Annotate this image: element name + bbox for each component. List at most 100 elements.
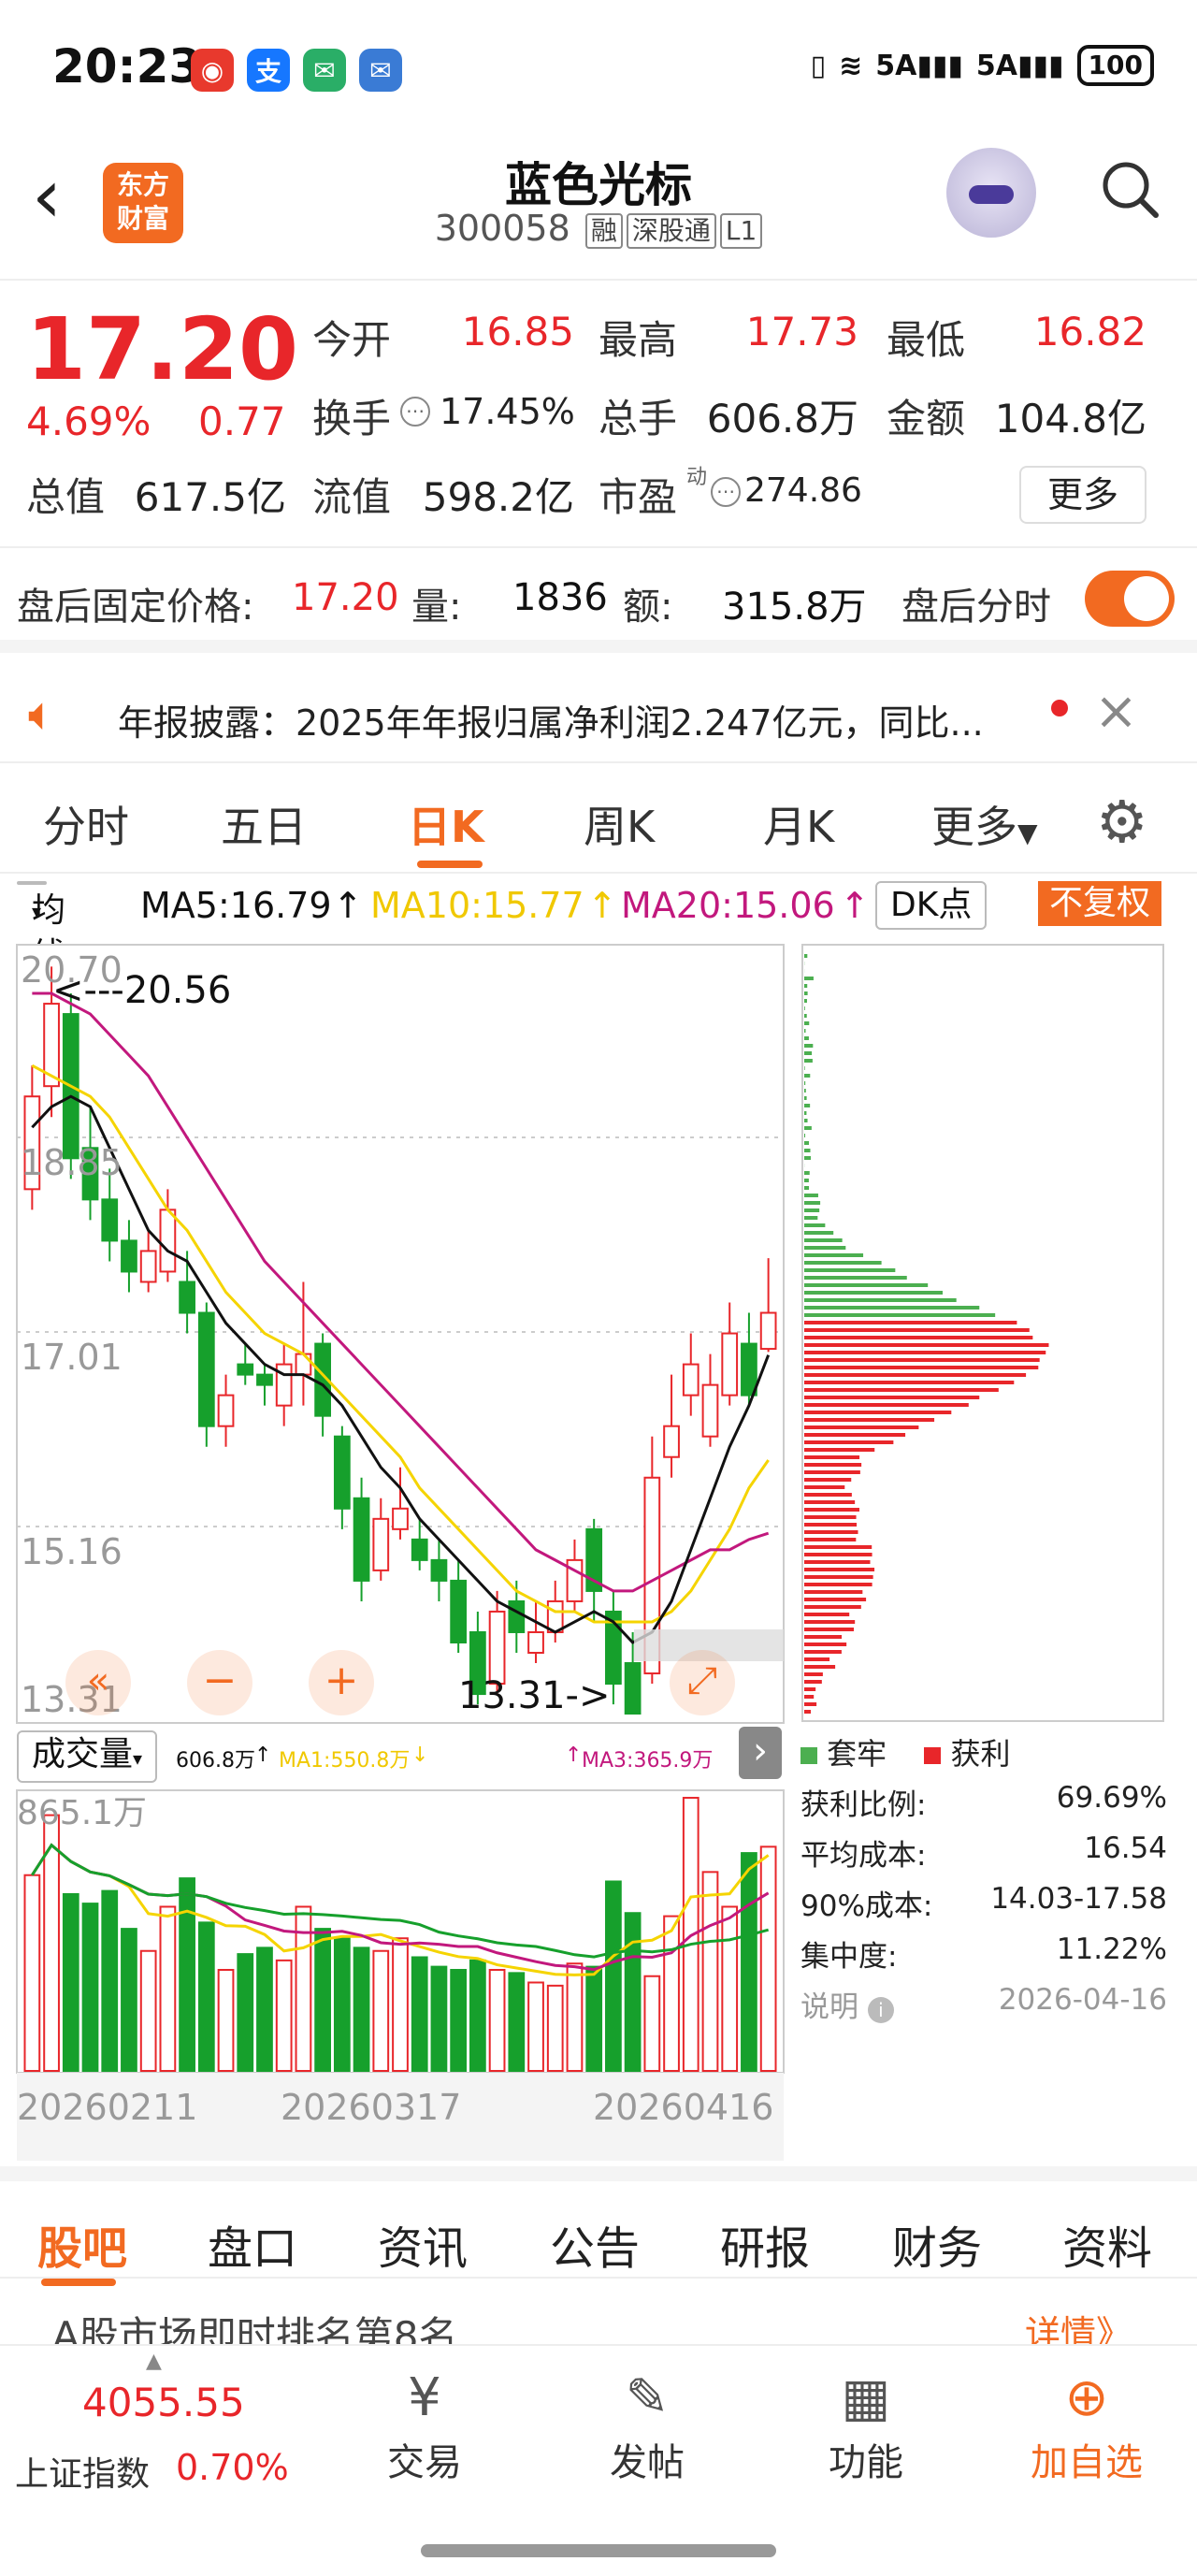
candle xyxy=(141,1251,156,1281)
tab-forum[interactable]: 股吧 xyxy=(37,2211,127,2277)
after-hours-price: 17.20 xyxy=(292,576,399,619)
chip-bar xyxy=(804,1635,842,1639)
candle xyxy=(722,1334,737,1396)
chip-bar xyxy=(804,1687,815,1691)
ma5-label: MA5:16.79 xyxy=(140,885,332,926)
tab-news[interactable]: 资讯 xyxy=(378,2211,468,2277)
zoom-out-icon[interactable]: − xyxy=(187,1650,252,1715)
volume-bar xyxy=(180,1878,195,2071)
close-icon[interactable]: × xyxy=(1094,681,1138,742)
chip-bar xyxy=(804,1440,893,1444)
tab-weekly-k[interactable]: 周K xyxy=(584,793,655,855)
tab-daily-k[interactable]: 日K xyxy=(408,793,484,855)
legend-profit-label: 获利 xyxy=(951,1736,1011,1772)
chip-bar xyxy=(804,1336,1032,1339)
stat-label: 集中度: xyxy=(800,1940,897,1974)
volume-bar xyxy=(722,1906,737,2071)
volume-bar xyxy=(703,1872,718,2071)
stat-row-note[interactable]: 说明 i 2026-04-16 xyxy=(800,1983,1167,2025)
volume-indicator-select[interactable]: 成交量▾ xyxy=(17,1730,157,1783)
rank-row[interactable]: A股市场即时排名第8名 详情》 xyxy=(0,2294,1197,2344)
tag-margin: 融 xyxy=(585,213,623,249)
more-quote-button[interactable]: 更多 xyxy=(1019,466,1147,524)
vol-ma3-label: MA3:365.9万 xyxy=(582,1744,713,1773)
pe-info-icon[interactable]: ⋯ xyxy=(711,477,741,507)
chip-bar xyxy=(804,1515,857,1519)
caret-down-icon: ▼ xyxy=(1017,818,1038,848)
volume-bar xyxy=(432,1967,447,2071)
chip-bar xyxy=(804,1545,872,1549)
volume-bar xyxy=(161,1906,176,2071)
chip-bar xyxy=(804,1657,829,1661)
indicator-select[interactable]: 均线▾ xyxy=(17,881,47,885)
status-bar: 20:23 ◉ 支 ✉ ✉ ▯ ≋ 5A▮▮▮ 5A▮▮▮ 100 xyxy=(0,0,1197,140)
turnover-value: 17.45% xyxy=(440,391,574,432)
nav-add-watchlist[interactable]: ⊕ 加自选 xyxy=(1012,2365,1161,2486)
expand-right-icon[interactable]: › xyxy=(739,1727,782,1779)
volume-chart[interactable]: 865.1万 20260211 20260317 20260416 xyxy=(0,1781,786,2161)
tab-more[interactable]: 更多▼ xyxy=(931,793,1038,855)
volume-bar xyxy=(393,1938,408,2071)
fullscreen-icon[interactable]: ⤢ xyxy=(670,1650,735,1715)
stat-label: 平均成本: xyxy=(800,1839,926,1873)
tab-finance[interactable]: 财务 xyxy=(892,2211,982,2277)
battery-icon: 100 xyxy=(1077,45,1154,86)
chip-bar xyxy=(804,1605,861,1609)
candle xyxy=(412,1540,427,1560)
tag-level: L1 xyxy=(720,213,762,249)
settings-gear-icon[interactable]: ⚙ xyxy=(1096,788,1148,856)
chip-bar xyxy=(804,1702,816,1706)
after-hours-toggle[interactable] xyxy=(1085,571,1175,627)
chip-bar xyxy=(804,1253,863,1257)
volume-bar xyxy=(548,1986,563,2071)
volume-bar xyxy=(509,1973,524,2071)
notice-text[interactable]: 年报披露：2025年年报归属净利润2.247亿元，同比... xyxy=(118,694,984,745)
float-cap-value: 598.2亿 xyxy=(393,466,574,523)
nav-functions[interactable]: ▦ 功能 xyxy=(791,2365,941,2486)
volume-bar xyxy=(83,1903,98,2071)
chip-bar xyxy=(804,1051,812,1055)
volume-bar xyxy=(257,1947,272,2071)
vol-ma1-arrow: ↓ xyxy=(411,1744,428,1767)
chip-bar xyxy=(804,1029,805,1033)
candle xyxy=(335,1437,350,1509)
index-widget[interactable]: ▲ 4055.55 上证指数 0.70% xyxy=(0,2346,299,2533)
chip-bar xyxy=(804,1598,866,1601)
chip-bar xyxy=(804,1455,859,1459)
adjust-button[interactable]: 不复权 xyxy=(1038,881,1161,926)
tab-orderbook[interactable]: 盘口 xyxy=(208,2211,297,2277)
chip-bar xyxy=(804,1508,859,1512)
signal-icon-1: 5A▮▮▮ xyxy=(875,50,963,82)
rank-detail-link[interactable]: 详情》 xyxy=(1025,2305,1132,2344)
volume-bar xyxy=(354,1947,369,2071)
ma10-label: MA10:15.77 xyxy=(370,885,584,926)
notification-app-icon: ◉ xyxy=(191,49,234,92)
zoom-in-icon[interactable]: + xyxy=(309,1650,374,1715)
tab-research[interactable]: 研报 xyxy=(720,2211,810,2277)
nav-post-label: 发帖 xyxy=(610,2441,685,2484)
kline-chart[interactable]: 20.70 18.85 17.01 15.16 13.31 <---20.56 … xyxy=(0,935,786,1727)
tab-profile[interactable]: 资料 xyxy=(1062,2211,1152,2277)
assistant-avatar[interactable] xyxy=(946,148,1036,238)
search-icon[interactable] xyxy=(1100,159,1160,219)
scroll-left-icon[interactable]: « xyxy=(65,1650,131,1715)
rank-text: A股市场即时排名第8名 xyxy=(52,2305,457,2344)
dk-point-select[interactable]: DK点 xyxy=(875,881,987,930)
tab-intraday[interactable]: 分时 xyxy=(43,793,129,855)
x-tick-1: 20260211 xyxy=(17,2087,197,2128)
home-indicator[interactable] xyxy=(421,2544,776,2557)
tab-monthly-k[interactable]: 月K xyxy=(763,793,834,855)
notice-bar[interactable]: 🔈︎ 年报披露：2025年年报归属净利润2.247亿元，同比... × xyxy=(0,666,1197,763)
grid-icon: ▦ xyxy=(791,2365,941,2432)
chip-bar xyxy=(804,1568,874,1571)
chip-bar xyxy=(804,1074,810,1078)
nav-post[interactable]: ✎ 发帖 xyxy=(572,2365,722,2486)
nav-trade[interactable]: ¥ 交易 xyxy=(350,2365,499,2486)
chip-bar xyxy=(804,1171,810,1175)
tab-announcement[interactable]: 公告 xyxy=(550,2211,640,2277)
tab-five-day[interactable]: 五日 xyxy=(221,793,307,855)
content-tabs: 股吧 盘口 资讯 公告 研报 财务 资料 xyxy=(0,2166,1197,2279)
volume-bar xyxy=(451,1970,466,2071)
stat-row-concentration: 集中度: 11.22% xyxy=(800,1932,1167,1975)
info-icon[interactable]: ⋯ xyxy=(400,397,430,427)
